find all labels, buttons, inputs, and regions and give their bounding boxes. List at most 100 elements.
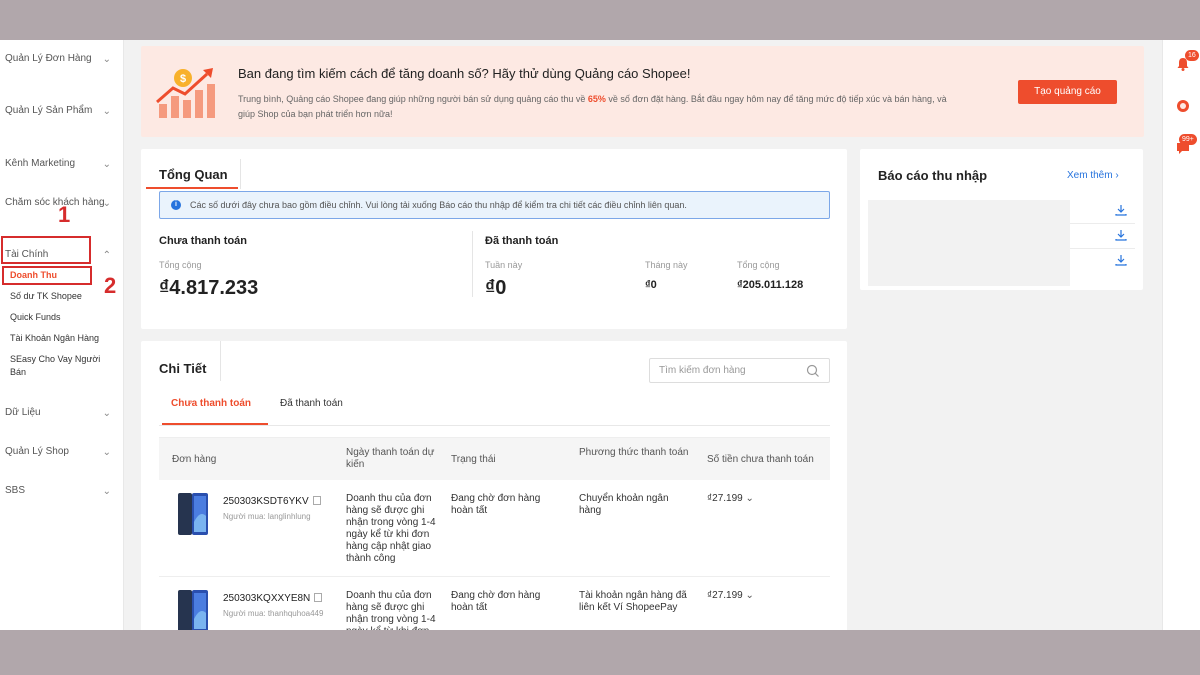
unpaid-total-label: Tổng cộng	[159, 260, 202, 270]
paid-month-amount: ₫0	[645, 279, 657, 291]
details-card: Chi Tiết Tìm kiếm đơn hàng Chưa thanh to…	[141, 341, 847, 630]
sidebar-item-data[interactable]: Dữ Liệu ⌄	[5, 406, 115, 419]
sidebar-item-label: Kênh Marketing	[5, 158, 76, 169]
chevron-down-icon: ⌄	[102, 447, 111, 458]
chevron-down-icon: ⌄	[102, 486, 111, 497]
chevron-down-icon: ⌄	[102, 408, 111, 419]
sidebar-item-shop[interactable]: Quản Lý Shop ⌄	[5, 445, 115, 458]
paid-week-amount: ₫0	[485, 277, 507, 299]
unpaid-amount-text: ₫27.199	[707, 590, 743, 601]
chevron-down-icon: ⌄	[102, 54, 111, 65]
unpaid-amount[interactable]: ₫27.199 ⌄	[707, 590, 754, 602]
see-more-link[interactable]: Xem thêm ›	[1067, 170, 1119, 181]
sidebar-subitem-bank-account[interactable]: Tài Khoản Ngân Hàng	[10, 332, 118, 345]
sidebar-item-label: Quản Lý Đơn Hàng	[5, 53, 92, 64]
sidebar-item-label: Quản Lý Sản Phẩm	[5, 105, 93, 116]
download-icon[interactable]	[1115, 229, 1127, 241]
expected-payment-date: Doanh thu của đơn hàng sẽ được ghi nhận …	[346, 590, 436, 630]
sidebar-item-sbs[interactable]: SBS ⌄	[5, 484, 115, 497]
app-window: Quản Lý Đơn Hàng ⌄ Quản Lý Sản Phẩm ⌄ Kê…	[0, 40, 1200, 630]
product-thumbnail	[178, 590, 208, 630]
promo-banner: $ Ban đang tìm kiếm cách để tăng doanh s…	[141, 46, 1144, 137]
annotation-step-2: 2	[104, 273, 117, 298]
copy-icon[interactable]	[314, 593, 323, 602]
sidebar-item-label: Quản Lý Shop	[5, 446, 69, 457]
overview-title-underline	[146, 187, 238, 189]
growth-chart-icon: $	[156, 68, 215, 118]
sidebar: Quản Lý Đơn Hàng ⌄ Quản Lý Sản Phẩm ⌄ Kê…	[0, 40, 124, 630]
sidebar-subitem-quick-funds[interactable]: Quick Funds	[10, 311, 118, 324]
chevron-down-icon[interactable]: ⌄	[746, 590, 754, 601]
column-header: Số tiền chưa thanh toán	[707, 454, 814, 465]
annotation-step-1: 1	[58, 202, 71, 227]
buyer-name: Người mua: langlinhlung	[223, 512, 311, 521]
unpaid-total-amount: ₫4.817.233	[159, 277, 259, 299]
sidebar-subitem-shopee-balance[interactable]: Số dư TK Shopee	[10, 290, 118, 303]
tab-unpaid[interactable]: Chưa thanh toán	[171, 398, 251, 409]
column-header: Đơn hàng	[172, 454, 217, 465]
create-ad-button[interactable]: Tạo quảng cáo	[1018, 80, 1117, 104]
sidebar-item-label: Chăm sóc khách hàng	[5, 197, 105, 208]
annotation-box-finance	[1, 236, 91, 264]
sidebar-item-orders[interactable]: Quản Lý Đơn Hàng ⌄	[5, 52, 115, 65]
tab-paid[interactable]: Đã thanh toán	[280, 398, 343, 409]
info-icon: i	[171, 200, 181, 210]
promo-description: Trung bình, Quảng cáo Shopee đang giúp n…	[238, 92, 958, 122]
paid-month-label: Tháng này	[645, 260, 688, 270]
support-icon[interactable]	[1175, 98, 1191, 114]
column-header: Ngày thanh toán dự kiến	[346, 447, 435, 470]
svg-text:$: $	[180, 73, 186, 85]
sidebar-item-products[interactable]: Quản Lý Sản Phẩm ⌄	[5, 104, 115, 117]
order-id: 250303KQXXYE8N	[223, 593, 323, 604]
divider	[472, 231, 473, 297]
sidebar-item-label: SBS	[5, 485, 26, 496]
table-header: Đơn hàng Ngày thanh toán dự kiến Trạng t…	[159, 437, 830, 480]
order-id-text: 250303KQXXYE8N	[223, 593, 311, 604]
chat-badge: 99+	[1179, 134, 1197, 145]
table-row[interactable]: 250303KSDT6YKV Người mua: langlinhlung D…	[159, 480, 830, 577]
paid-week-label: Tuần này	[485, 260, 523, 270]
order-status: Đang chờ đơn hàng hoàn tất	[451, 493, 541, 516]
divider	[159, 425, 830, 426]
payment-method: Tài khoản ngân hàng đã liên kết Ví Shope…	[579, 590, 687, 613]
paid-total-label: Tổng cộng	[737, 260, 780, 270]
chevron-up-icon: ⌃	[102, 250, 111, 261]
sidebar-item-marketing[interactable]: Kênh Marketing ⌄	[5, 157, 115, 170]
annotation-box-revenue	[2, 266, 92, 285]
unpaid-label: Chưa thanh toán	[159, 235, 248, 247]
download-icon[interactable]	[1115, 204, 1127, 216]
download-icon[interactable]	[1115, 254, 1127, 266]
expected-payment-date: Doanh thu của đơn hàng sẽ được ghi nhận …	[346, 493, 436, 564]
divider	[1070, 248, 1135, 249]
chevron-down-icon: ⌄	[102, 198, 111, 209]
income-report-list-placeholder	[868, 200, 1070, 286]
divider	[240, 159, 241, 189]
table-row[interactable]: 250303KQXXYE8N Người mua: thanhquhoa449 …	[159, 577, 830, 630]
income-report-card: Báo cáo thu nhập Xem thêm ›	[860, 149, 1143, 290]
paid-label: Đã thanh toán	[485, 235, 559, 247]
sidebar-subitem-seasy-loan[interactable]: SEasy Cho Vay Người Bán	[10, 353, 118, 379]
notification-badge: 16	[1185, 50, 1199, 61]
chevron-down-icon[interactable]: ⌄	[746, 493, 754, 504]
income-report-title: Báo cáo thu nhập	[878, 168, 988, 183]
details-title: Chi Tiết	[159, 361, 207, 376]
unpaid-amount[interactable]: ₫27.199 ⌄	[707, 493, 754, 505]
unpaid-amount-text: ₫27.199	[707, 493, 743, 504]
order-status: Đang chờ đơn hàng hoàn tất	[451, 590, 541, 613]
chevron-down-icon: ⌄	[102, 106, 111, 117]
promo-title: Ban đang tìm kiếm cách để tăng doanh số?…	[238, 66, 691, 81]
search-icon[interactable]	[806, 364, 820, 378]
chevron-down-icon: ⌄	[102, 159, 111, 170]
product-thumbnail	[178, 493, 208, 535]
divider	[220, 341, 221, 381]
adjustment-notice: i Các số dưới đây chưa bao gồm điều chỉn…	[159, 191, 830, 219]
copy-icon[interactable]	[312, 496, 321, 505]
promo-desc-highlight: 65%	[587, 94, 606, 104]
column-header: Trạng thái	[451, 454, 496, 465]
sidebar-item-label: Dữ Liệu	[5, 407, 41, 418]
divider	[1070, 223, 1135, 224]
promo-desc-text: Trung bình, Quảng cáo Shopee đang giúp n…	[238, 94, 588, 104]
order-id-text: 250303KSDT6YKV	[223, 496, 309, 507]
overview-card: Tổng Quan i Các số dưới đây chưa bao gồm…	[141, 149, 847, 329]
order-search-input[interactable]: Tìm kiếm đơn hàng	[649, 358, 830, 383]
